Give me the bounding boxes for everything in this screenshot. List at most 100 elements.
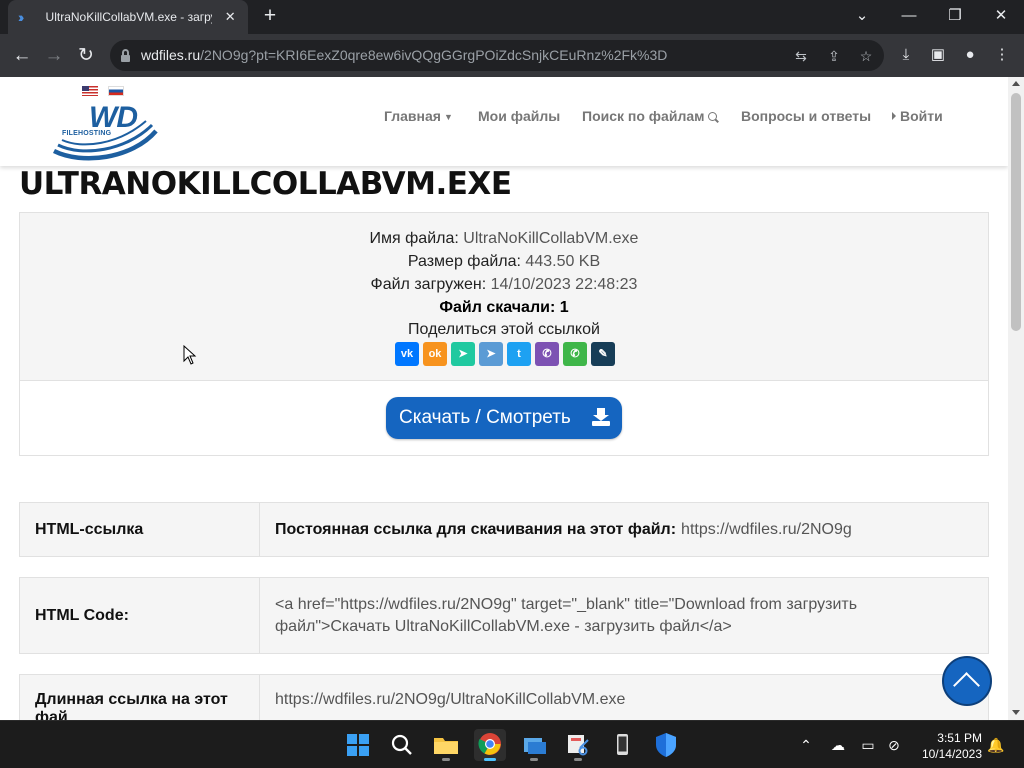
- nav-file-search[interactable]: Поиск по файлам: [582, 108, 718, 124]
- start-button[interactable]: [342, 729, 374, 761]
- folder-icon: [434, 738, 458, 754]
- share-icon[interactable]: ⇪: [823, 45, 845, 67]
- download-count: Файл скачали: 1: [439, 299, 569, 316]
- menu-kebab-icon[interactable]: ⋮: [990, 43, 1014, 67]
- nav-home[interactable]: Главная ▼: [384, 108, 453, 124]
- scissors-icon: [568, 735, 589, 756]
- page-scrollbar[interactable]: [1008, 77, 1024, 720]
- tab-close-icon[interactable]: ✕: [222, 9, 238, 25]
- russian-flag-icon[interactable]: [108, 86, 124, 96]
- downloads-icon[interactable]: ⤓: [894, 43, 918, 67]
- tab-strip: ›› UltraNoKillCollabVM.exe - загру ✕ + ⌄…: [0, 0, 1024, 34]
- phone-icon: [617, 734, 628, 755]
- download-button[interactable]: Скачать / Смотреть: [386, 397, 622, 439]
- html-link-value[interactable]: Постоянная ссылка для скачивания на этот…: [260, 503, 988, 556]
- forward-button[interactable]: →: [40, 42, 68, 70]
- search-button[interactable]: [386, 729, 418, 761]
- monitor-icon[interactable]: ▭: [858, 735, 878, 755]
- search-icon: [708, 112, 718, 121]
- tab-title: UltraNoKillCollabVM.exe - загру: [45, 10, 213, 24]
- download-button-label: Скачать / Смотреть: [399, 407, 571, 428]
- chevron-up-icon[interactable]: ⌃: [796, 735, 816, 755]
- window-app-icon: [524, 738, 546, 754]
- site-logo[interactable]: WD FILEHOSTING: [52, 99, 162, 165]
- onedrive-icon[interactable]: ☁: [828, 735, 848, 755]
- defender-button[interactable]: [650, 729, 682, 761]
- reload-button[interactable]: ↻: [72, 42, 100, 70]
- share-moimir-icon[interactable]: ➤: [451, 342, 475, 366]
- caret-down-icon: ▼: [443, 112, 453, 122]
- file-name-label: Имя файла:: [369, 230, 459, 247]
- windows-logo-icon: [347, 734, 369, 756]
- web-page: WD FILEHOSTING Главная ▼ Мои файлы Поиск …: [0, 77, 1008, 720]
- html-code-key: HTML Code:: [20, 578, 260, 653]
- lock-icon[interactable]: [121, 49, 130, 62]
- minimize-button[interactable]: —: [887, 3, 931, 29]
- restore-button[interactable]: ❐: [933, 3, 977, 29]
- nav-my-files[interactable]: Мои файлы: [478, 108, 560, 124]
- share-vk-icon[interactable]: vk: [395, 342, 419, 366]
- clock-time: 3:51 PM: [937, 731, 982, 745]
- file-name-line: Имя файла: UltraNoKillCollabVM.exe: [20, 230, 988, 248]
- share-viber-icon[interactable]: ✆: [535, 342, 559, 366]
- snipping-tool-button[interactable]: [562, 729, 594, 761]
- download-icon: [592, 408, 610, 426]
- browser-toolbar: ← → ↻ wdfiles.ru/2NO9g?pt=KRI6EexZ0qre8e…: [0, 34, 1024, 77]
- chrome-button[interactable]: [474, 729, 506, 761]
- html-link-row: HTML-ссылка Постоянная ссылка для скачив…: [19, 502, 989, 557]
- notification-bell-icon[interactable]: 🔔: [986, 735, 1006, 755]
- close-window-button[interactable]: ✕: [979, 3, 1023, 29]
- scroll-down-icon[interactable]: [1012, 710, 1020, 715]
- new-tab-button[interactable]: +: [258, 4, 282, 28]
- html-link-caption: Постоянная ссылка для скачивания на этот…: [275, 520, 677, 538]
- translate-icon[interactable]: ⇆: [790, 45, 812, 67]
- share-telegram-icon[interactable]: ➤: [479, 342, 503, 366]
- scroll-up-icon[interactable]: [1012, 81, 1020, 86]
- share-label: Поделиться этой ссылкой: [408, 321, 600, 338]
- scrollbar-thumb[interactable]: [1011, 93, 1021, 331]
- scroll-to-top-button[interactable]: [942, 656, 992, 706]
- share-whatsapp-icon[interactable]: ✆: [563, 342, 587, 366]
- url-text[interactable]: wdfiles.ru/2NO9g?pt=KRI6EexZ0qre8ew6ivQQ…: [141, 40, 667, 71]
- long-link-key: Длинная ссылка на этот фай: [20, 675, 260, 720]
- site-header: WD FILEHOSTING Главная ▼ Мои файлы Поиск …: [0, 77, 1008, 166]
- site-favicon-icon: ››: [18, 9, 24, 25]
- chrome-icon: [478, 733, 501, 755]
- html-link-url[interactable]: https://wdfiles.ru/2NO9g: [681, 519, 852, 541]
- file-uploaded-value: 14/10/2023 22:48:23: [490, 276, 638, 293]
- file-info-panel: Имя файла: UltraNoKillCollabVM.exe Разме…: [19, 212, 989, 381]
- taskbar-clock[interactable]: 3:51 PM 10/14/2023: [908, 730, 982, 762]
- html-code-row: HTML Code: <a href="https://wdfiles.ru/2…: [19, 577, 989, 654]
- long-link-row: Длинная ссылка на этот фай https://wdfil…: [19, 674, 989, 720]
- back-button[interactable]: ←: [8, 42, 36, 70]
- html-link-key: HTML-ссылка: [20, 503, 260, 556]
- profile-icon[interactable]: ●: [958, 43, 982, 67]
- share-twitter-icon[interactable]: t: [507, 342, 531, 366]
- caret-right-icon: [892, 112, 896, 120]
- share-odnoklassniki-icon[interactable]: ok: [423, 342, 447, 366]
- clock-date: 10/14/2023: [921, 747, 982, 761]
- html-code-value[interactable]: <a href="https://wdfiles.ru/2NO9g" targe…: [260, 578, 988, 653]
- file-size-value: 443.50 KB: [525, 253, 601, 270]
- file-uploaded-line: Файл загружен: 14/10/2023 22:48:23: [20, 276, 988, 294]
- file-size-line: Размер файла: 443.50 KB: [20, 253, 988, 271]
- search-icon: [391, 734, 412, 755]
- download-panel: Скачать / Смотреть: [19, 381, 989, 456]
- nav-faq[interactable]: Вопросы и ответы: [741, 108, 871, 124]
- network-off-icon[interactable]: ⊘: [884, 735, 904, 755]
- side-panel-icon[interactable]: ▣: [926, 43, 950, 67]
- logo-tagline: FILEHOSTING: [62, 130, 112, 137]
- phone-link-button[interactable]: [606, 729, 638, 761]
- tab-active[interactable]: ›› UltraNoKillCollabVM.exe - загру ✕: [8, 0, 248, 34]
- page-title: ULTRANOKILLCOLLABVM.EXE: [19, 166, 512, 202]
- english-flag-icon[interactable]: [82, 86, 98, 96]
- app-window-button[interactable]: [518, 729, 550, 761]
- file-explorer-button[interactable]: [430, 729, 462, 761]
- long-link-value[interactable]: https://wdfiles.ru/2NO9g/UltraNoKillColl…: [260, 675, 988, 720]
- tab-search-icon[interactable]: ⌄: [840, 3, 884, 29]
- share-livejournal-icon[interactable]: ✎: [591, 342, 615, 366]
- file-uploaded-label: Файл загружен:: [370, 276, 487, 293]
- bookmark-star-icon[interactable]: ☆: [855, 45, 877, 67]
- nav-login[interactable]: Войти: [892, 108, 943, 124]
- address-bar[interactable]: wdfiles.ru/2NO9g?pt=KRI6EexZ0qre8ew6ivQQ…: [110, 40, 884, 71]
